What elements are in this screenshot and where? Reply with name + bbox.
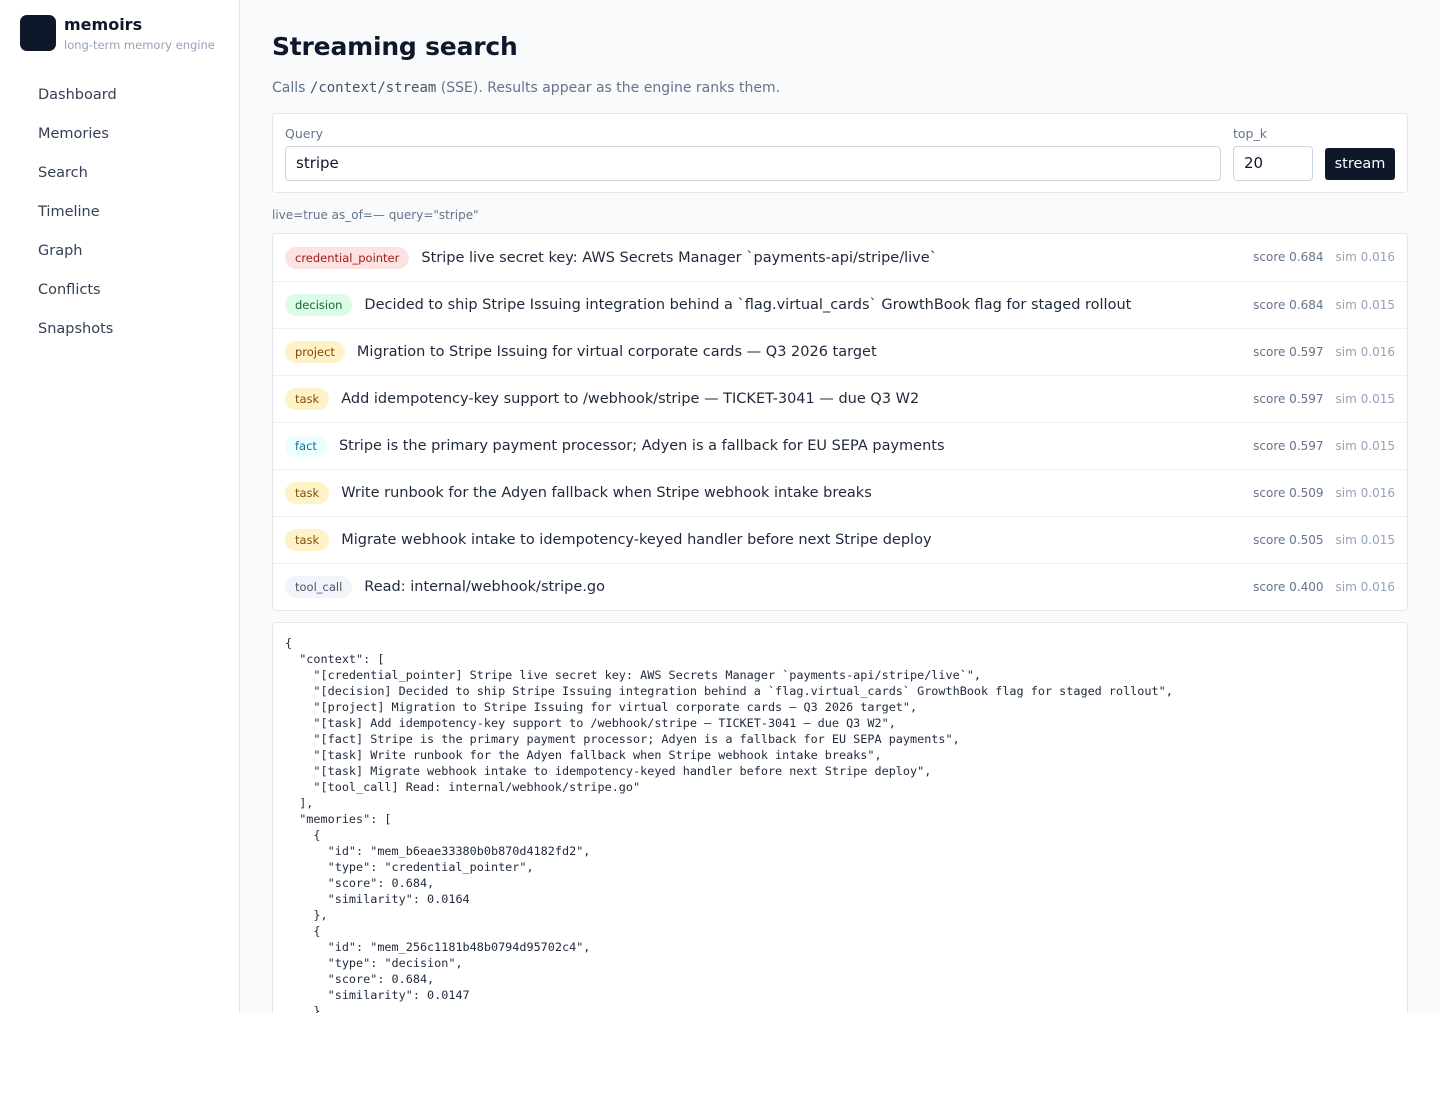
stream-button[interactable]: stream: [1325, 148, 1395, 180]
type-badge: fact: [285, 435, 327, 457]
result-text: Add idempotency-key support to /webhook/…: [341, 391, 920, 407]
sidebar-item-graph[interactable]: Graph: [20, 232, 220, 271]
result-similarity: sim 0.015: [1335, 392, 1395, 406]
result-similarity: sim 0.016: [1335, 250, 1395, 264]
result-row[interactable]: tool_call Read: internal/webhook/stripe.g…: [273, 563, 1407, 610]
app: memoirs long-term memory engine Dashboar…: [0, 0, 1440, 1013]
sidebar-nav: Dashboard Memories Search Timeline Graph…: [20, 76, 220, 349]
result-row[interactable]: task Write runbook for the Adyen fallback…: [273, 469, 1407, 516]
sidebar-item-memories[interactable]: Memories: [20, 115, 220, 154]
result-metrics: score 0.684 sim 0.015: [1253, 282, 1395, 329]
result-text: Decided to ship Stripe Issuing integrati…: [364, 297, 1132, 313]
query-label: Query: [285, 126, 323, 141]
result-text: Migration to Stripe Issuing for virtual …: [356, 344, 877, 360]
sidebar-item-dashboard[interactable]: Dashboard: [20, 76, 220, 115]
sidebar: memoirs long-term memory engine Dashboar…: [0, 0, 240, 1013]
result-score: score 0.509: [1253, 486, 1324, 500]
description-prefix: Calls: [272, 80, 310, 96]
type-badge: tool_call: [285, 576, 353, 598]
result-metrics: score 0.505 sim 0.015: [1253, 517, 1395, 564]
brand-subtitle: long-term memory engine: [64, 38, 215, 52]
brand-text: memoirs long-term memory engine: [64, 15, 215, 53]
result-text: Stripe is the primary payment processor;…: [338, 438, 945, 454]
search-form: Query stripe top_k 20 stream: [272, 113, 1408, 193]
sidebar-item-timeline[interactable]: Timeline: [20, 193, 220, 232]
json-output-panel[interactable]: { "context": [ "[credential_pointer] Str…: [272, 622, 1408, 1013]
result-row[interactable]: project Migration to Stripe Issuing for v…: [273, 328, 1407, 375]
result-metrics: score 0.509 sim 0.016: [1253, 470, 1395, 517]
result-score: score 0.684: [1253, 298, 1324, 312]
result-row[interactable]: task Migrate webhook intake to idempotenc…: [273, 516, 1407, 563]
result-similarity: sim 0.015: [1335, 298, 1395, 312]
result-score: score 0.597: [1253, 392, 1324, 406]
type-badge: task: [285, 529, 330, 551]
sidebar-item-conflicts[interactable]: Conflicts: [20, 271, 220, 310]
result-row[interactable]: credential_pointer Stripe live secret key…: [273, 234, 1407, 281]
result-similarity: sim 0.016: [1335, 486, 1395, 500]
page-title: Streaming search: [272, 32, 518, 61]
description-suffix: (SSE). Results appear as the engine rank…: [436, 80, 781, 96]
result-similarity: sim 0.015: [1335, 439, 1395, 453]
result-score: score 0.597: [1253, 439, 1324, 453]
brand-name: memoirs: [64, 15, 143, 34]
json-output: { "context": [ "[credential_pointer] Str…: [285, 636, 1173, 1013]
results-list: credential_pointer Stripe live secret key…: [272, 233, 1408, 611]
topk-label: top_k: [1233, 126, 1267, 141]
result-row[interactable]: task Add idempotency-key support to /webh…: [273, 375, 1407, 422]
brand-logo: [20, 15, 56, 51]
result-score: score 0.597: [1253, 345, 1324, 359]
result-score: score 0.400: [1253, 580, 1324, 594]
result-row[interactable]: decision Decided to ship Stripe Issuing i…: [273, 281, 1407, 328]
result-metrics: score 0.400 sim 0.016: [1253, 564, 1395, 611]
page-description: Calls /context/stream (SSE). Results app…: [272, 80, 780, 96]
result-text: Migrate webhook intake to idempotency-ke…: [341, 532, 932, 548]
result-text: Write runbook for the Adyen fallback whe…: [341, 485, 872, 501]
result-score: score 0.505: [1253, 533, 1324, 547]
sidebar-item-search[interactable]: Search: [20, 154, 220, 193]
brand[interactable]: memoirs long-term memory engine: [20, 15, 215, 53]
result-similarity: sim 0.016: [1335, 345, 1395, 359]
result-metrics: score 0.684 sim 0.016: [1253, 234, 1395, 281]
topk-input[interactable]: 20: [1233, 146, 1313, 181]
type-badge: task: [285, 482, 330, 504]
result-text: Stripe live secret key: AWS Secrets Mana…: [421, 249, 937, 266]
result-metrics: score 0.597 sim 0.016: [1253, 329, 1395, 376]
type-badge: credential_pointer: [285, 246, 410, 269]
stream-status: live=true as_of=— query="stripe": [272, 208, 479, 222]
type-badge: decision: [285, 294, 353, 316]
type-badge: project: [285, 341, 345, 363]
result-metrics: score 0.597 sim 0.015: [1253, 376, 1395, 423]
type-badge: task: [285, 388, 330, 410]
query-input[interactable]: stripe: [285, 146, 1221, 181]
sidebar-item-snapshots[interactable]: Snapshots: [20, 310, 220, 349]
result-score: score 0.684: [1253, 250, 1324, 264]
result-row[interactable]: fact Stripe is the primary payment proces…: [273, 422, 1407, 469]
result-similarity: sim 0.016: [1335, 580, 1395, 594]
main-content: Streaming search Calls /context/stream (…: [240, 0, 1440, 1013]
result-text: Read: internal/webhook/stripe.go: [364, 579, 605, 595]
endpoint-code: /context/stream: [309, 80, 437, 96]
result-similarity: sim 0.015: [1335, 533, 1395, 547]
result-metrics: score 0.597 sim 0.015: [1253, 423, 1395, 470]
